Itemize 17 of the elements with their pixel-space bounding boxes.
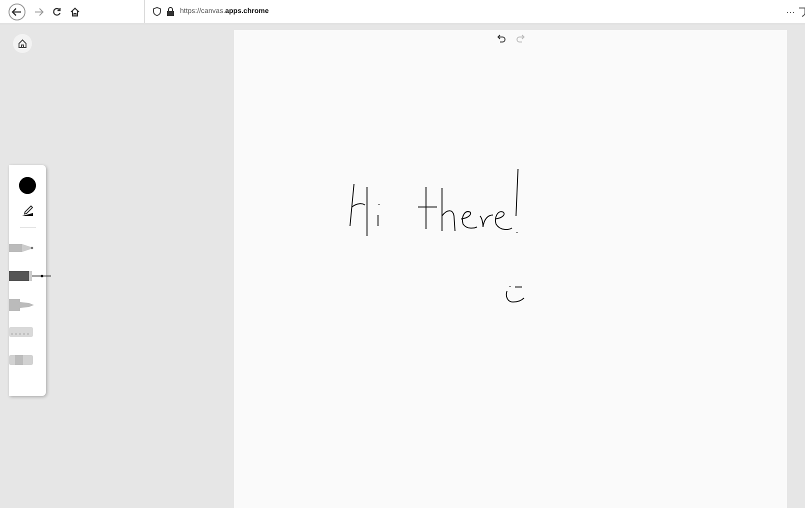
- color-swatch[interactable]: [19, 177, 36, 194]
- forward-button[interactable]: [34, 6, 44, 16]
- home-icon: [18, 39, 27, 48]
- reload-button[interactable]: [52, 6, 62, 16]
- pencil-icon: [9, 242, 34, 254]
- marker-tool[interactable]: [9, 298, 34, 314]
- home-button[interactable]: [70, 6, 80, 16]
- lock-icon: [167, 7, 174, 16]
- undo-button[interactable]: [496, 34, 506, 43]
- pen-icon: [9, 270, 51, 282]
- pen-settings-icon[interactable]: [21, 204, 34, 217]
- highlighter-icon: [9, 326, 34, 338]
- marker-icon: [9, 298, 34, 312]
- home-button[interactable]: [13, 34, 32, 53]
- back-button[interactable]: [8, 2, 26, 20]
- page-actions-menu[interactable]: ···: [786, 6, 795, 16]
- eraser-icon: [9, 354, 34, 366]
